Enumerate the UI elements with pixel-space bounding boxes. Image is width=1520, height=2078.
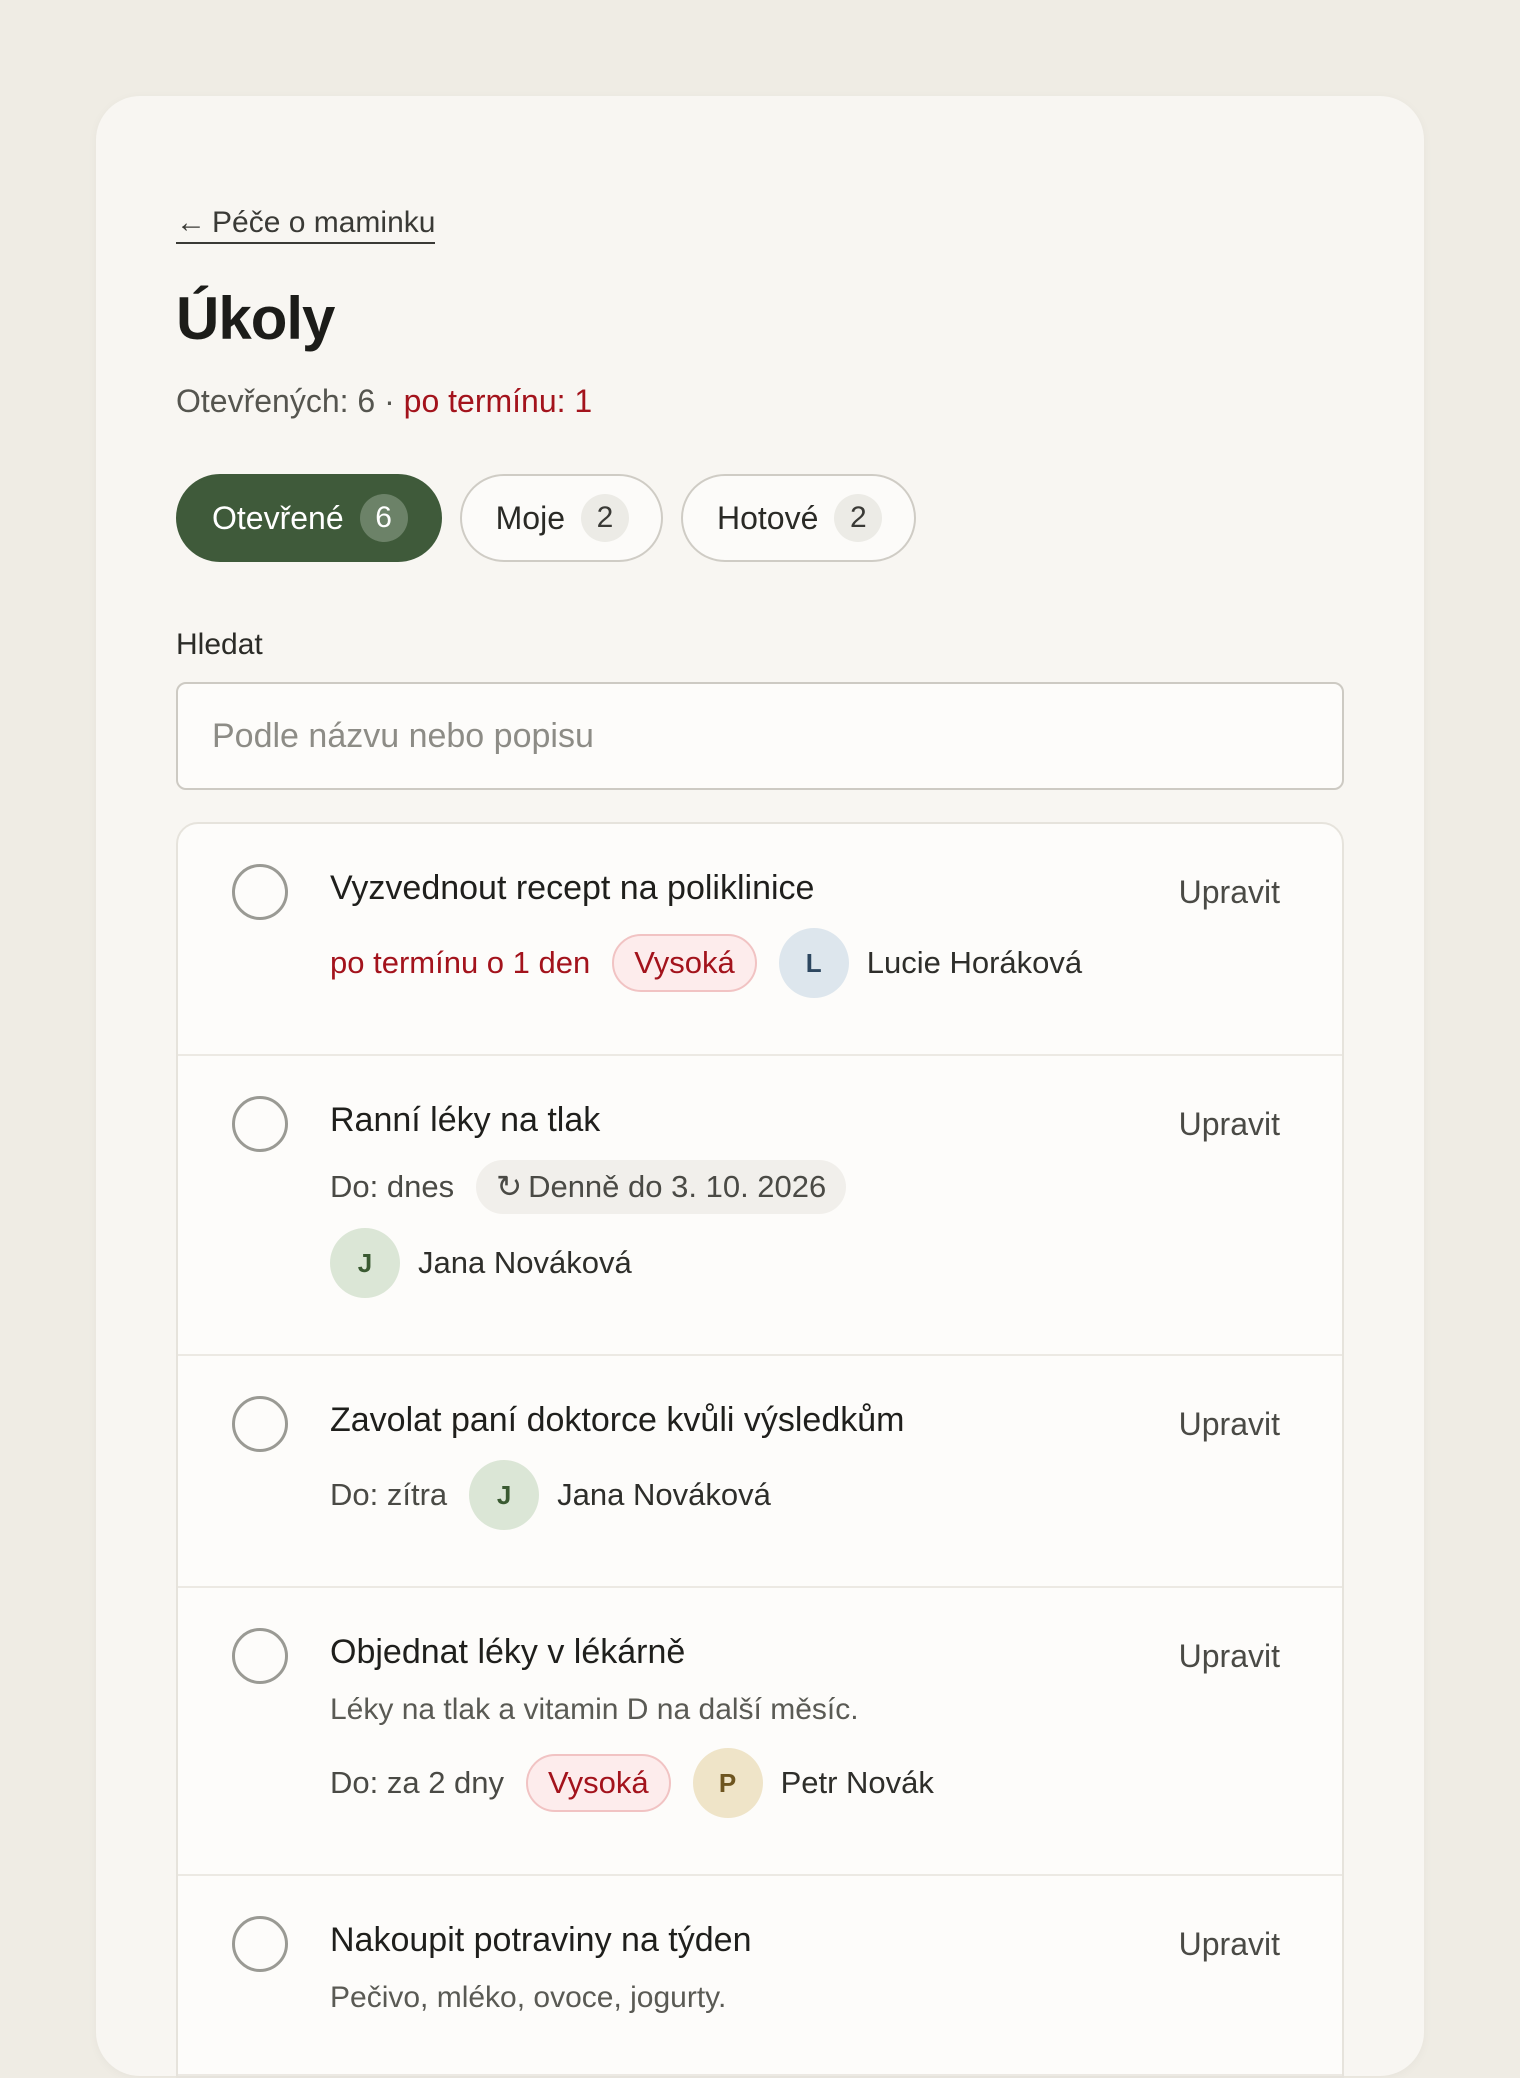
avatar: L [778, 928, 849, 998]
task-meta: Do: dnes ↻ Denně do 3. 10. 2026 [330, 1160, 1282, 1214]
edit-button[interactable]: Upravit [1179, 1106, 1280, 1143]
filter-done[interactable]: Hotové 2 [680, 474, 917, 562]
task-meta: Do: za 2 dny Vysoká P Petr Novák [330, 1748, 1282, 1818]
task-assignee: P Petr Novák [692, 1748, 934, 1818]
assignee-name: Jana Nováková [418, 1245, 632, 1280]
edit-button[interactable]: Upravit [1179, 1406, 1280, 1443]
filter-tabs: Otevřené 6 Moje 2 Hotové 2 [176, 474, 1344, 562]
task-due: Do: zítra [330, 1477, 448, 1512]
repeat-icon: ↻ [496, 1169, 523, 1204]
arrow-left-icon: ← [176, 206, 206, 239]
search-label: Hledat [176, 628, 263, 661]
filter-mine[interactable]: Moje 2 [459, 474, 663, 562]
task-meta-assignee: J Jana Nováková [330, 1228, 1282, 1298]
task-summary: Otevřených: 6 · po termínu: 1 [176, 383, 1344, 420]
task-title[interactable]: Nakoupit potraviny na týden [330, 1918, 1282, 1962]
filter-open-label: Otevřené [212, 499, 344, 536]
task-title[interactable]: Objednat léky v lékárně [330, 1630, 1282, 1674]
filter-open-count: 6 [359, 494, 408, 542]
task-description: Léky na tlak a vitamin D na další měsíc. [330, 1693, 859, 1726]
content: ← Péče o maminku Úkoly Otevřených: 6 · p… [176, 206, 1344, 2078]
edit-button[interactable]: Upravit [1179, 1926, 1280, 1963]
recurrence-badge: ↻ Denně do 3. 10. 2026 [476, 1160, 847, 1214]
task-item: Upravit Vyzvednout recept na poliklinice… [178, 824, 1342, 1056]
task-checkbox[interactable] [232, 1396, 288, 1452]
filter-mine-label: Moje [495, 499, 565, 536]
avatar: J [330, 1228, 400, 1298]
task-checkbox[interactable] [232, 1916, 288, 1972]
task-due: Do: za 2 dny [330, 1765, 505, 1800]
avatar: P [692, 1748, 763, 1818]
recurrence-text: Denně do 3. 10. 2026 [528, 1169, 827, 1204]
task-title[interactable]: Vyzvednout recept na poliklinice [330, 866, 1282, 910]
task-meta: po termínu o 1 den Vysoká L Lucie Horáko… [330, 928, 1282, 998]
task-due: Do: dnes [330, 1169, 455, 1204]
task-item: Upravit Ranní léky na tlak Do: dnes ↻ De… [178, 1056, 1342, 1356]
task-checkbox[interactable] [232, 1628, 288, 1684]
task-assignee: J Jana Nováková [330, 1228, 632, 1298]
task-item: Upravit Nakoupit potraviny na týden Peči… [178, 1876, 1342, 2076]
edit-button[interactable]: Upravit [1179, 1638, 1280, 1675]
summary-overdue: po termínu: 1 [403, 383, 593, 419]
filter-done-count: 2 [834, 494, 883, 542]
task-title[interactable]: Ranní léky na tlak [330, 1098, 1282, 1142]
avatar: J [469, 1460, 540, 1530]
task-item: Upravit Zavolat paní doktorce kvůli výsl… [178, 1356, 1342, 1588]
task-description: Pečivo, mléko, ovoce, jogurty. [330, 1981, 727, 2014]
task-checkbox[interactable] [232, 1096, 288, 1152]
assignee-name: Lucie Horáková [866, 945, 1083, 980]
priority-badge: Vysoká [612, 934, 757, 992]
task-title[interactable]: Zavolat paní doktorce kvůli výsledkům [330, 1398, 1282, 1442]
assignee-name: Petr Novák [780, 1765, 934, 1800]
priority-badge: Vysoká [526, 1754, 671, 1812]
task-meta: Do: zítra J Jana Nováková [330, 1460, 1282, 1530]
task-item: Upravit Objednat léky v lékárně Léky na … [178, 1588, 1342, 1876]
task-assignee: L Lucie Horáková [778, 928, 1083, 998]
page-title: Úkoly [176, 285, 335, 352]
filter-done-label: Hotové [716, 499, 819, 536]
task-list: Upravit Vyzvednout recept na poliklinice… [176, 822, 1344, 2078]
filter-open[interactable]: Otevřené 6 [176, 474, 442, 562]
assignee-name: Jana Nováková [557, 1477, 771, 1512]
tasks-card: ← Péče o maminku Úkoly Otevřených: 6 · p… [96, 96, 1424, 2078]
back-link-label: Péče o maminku [212, 206, 436, 239]
task-checkbox[interactable] [232, 864, 288, 920]
task-due: po termínu o 1 den [330, 945, 591, 980]
back-link[interactable]: ← Péče o maminku [176, 206, 436, 244]
edit-button[interactable]: Upravit [1179, 874, 1280, 911]
search-input[interactable] [176, 682, 1344, 790]
summary-open: Otevřených: 6 · [176, 383, 404, 419]
filter-mine-count: 2 [580, 494, 629, 542]
task-assignee: J Jana Nováková [469, 1460, 771, 1530]
